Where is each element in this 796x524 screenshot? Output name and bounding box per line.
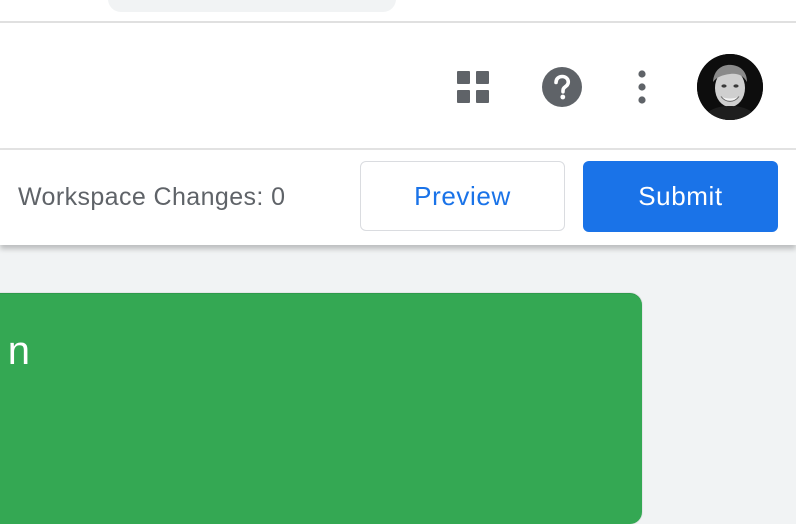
submit-button[interactable]: Submit (583, 161, 778, 232)
status-card-title: n (7, 329, 30, 373)
user-avatar[interactable] (697, 54, 763, 120)
more-vert-icon[interactable] (622, 65, 662, 109)
browser-tab-pill[interactable] (108, 0, 396, 12)
preview-button[interactable]: Preview (360, 161, 565, 231)
browser-top-bar (0, 0, 796, 23)
workspace-toolbar: Workspace Changes: 0 Preview Submit (0, 150, 796, 245)
help-icon[interactable] (538, 65, 586, 109)
workspace-changes-count: Workspace Changes: 0 (18, 183, 286, 211)
status-card: n (0, 293, 642, 524)
apps-grid-icon[interactable] (450, 67, 496, 107)
app-header (0, 23, 796, 150)
